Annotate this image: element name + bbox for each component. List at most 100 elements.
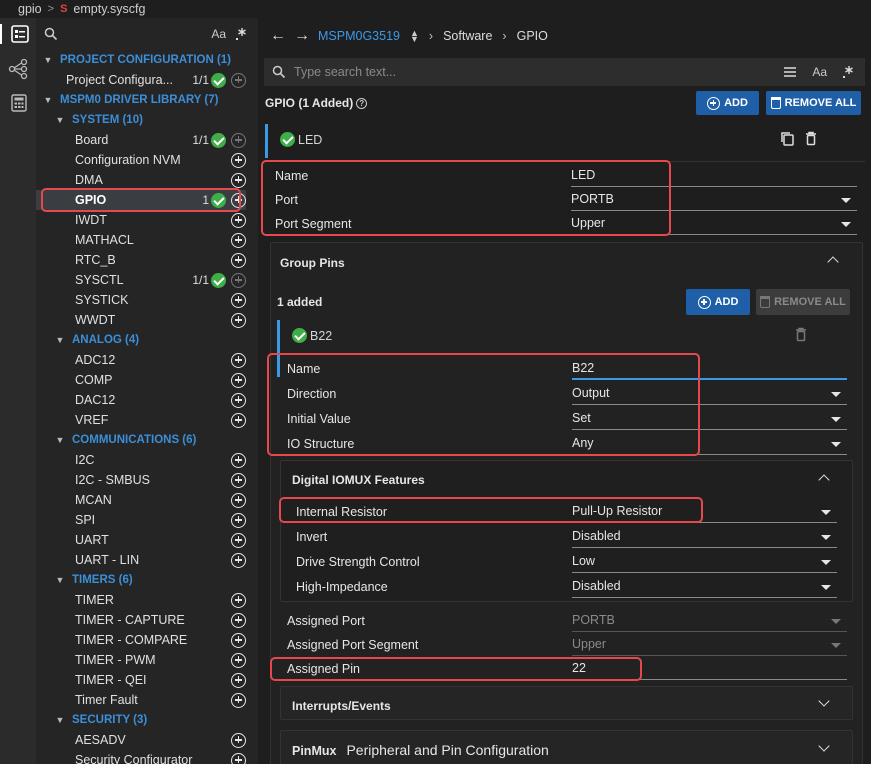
help-icon[interactable]: ?: [356, 98, 368, 110]
add-module-icon[interactable]: [231, 652, 246, 668]
tree-group[interactable]: ▼ COMMUNICATIONS (6): [36, 430, 246, 450]
tree-item[interactable]: TIMER - COMPARE: [36, 630, 246, 650]
dropdown-caret-icon[interactable]: [831, 442, 841, 447]
tree-item[interactable]: Security Configurator: [36, 750, 246, 764]
add-module-icon[interactable]: [231, 592, 246, 608]
tree-item[interactable]: TIMER - PWM: [36, 650, 246, 670]
add-module-icon[interactable]: [231, 152, 246, 168]
breadcrumb-gpio[interactable]: GPIO: [517, 29, 548, 43]
tree-group[interactable]: ▼ ANALOG (4): [36, 330, 246, 350]
dropdown-caret-icon[interactable]: [831, 417, 841, 422]
add-module-icon[interactable]: [231, 552, 246, 568]
tree-item[interactable]: Board 1/1: [36, 130, 246, 150]
field-select[interactable]: Disabled: [572, 579, 837, 598]
search-icon[interactable]: [44, 27, 58, 41]
field-input[interactable]: 22: [572, 661, 847, 680]
chevron-down-icon[interactable]: ▼: [42, 95, 54, 105]
field-input[interactable]: B22: [572, 361, 847, 380]
add-module-icon[interactable]: [231, 352, 246, 368]
add-module-icon[interactable]: [231, 732, 246, 748]
pin-remove-all-button[interactable]: REMOVE ALL: [756, 289, 850, 315]
tree-item[interactable]: GPIO 1: [36, 190, 246, 210]
tree-item[interactable]: I2C - SMBUS: [36, 470, 246, 490]
up-down-icon[interactable]: ▲ ▼: [410, 29, 419, 44]
dropdown-caret-icon[interactable]: [821, 560, 831, 565]
tree-item[interactable]: SYSTICK: [36, 290, 246, 310]
tree-item[interactable]: VREF: [36, 410, 246, 430]
pin-add-button[interactable]: ADD: [686, 289, 750, 315]
field-select[interactable]: Output: [572, 386, 847, 405]
tree-item[interactable]: I2C: [36, 450, 246, 470]
tree-item[interactable]: MATHACL: [36, 230, 246, 250]
filter-list-icon[interactable]: [782, 65, 798, 79]
breadcrumb-file[interactable]: empty.syscfg: [73, 2, 145, 16]
add-module-icon[interactable]: [231, 192, 246, 208]
tree-item[interactable]: SYSCTL 1/1: [36, 270, 246, 290]
add-module-icon[interactable]: [231, 692, 246, 708]
field-select[interactable]: Low: [572, 554, 837, 573]
add-module-icon[interactable]: [231, 452, 246, 468]
match-case-icon[interactable]: Aa: [812, 65, 827, 79]
tree-item[interactable]: Configuration NVM: [36, 150, 246, 170]
tree-item[interactable]: DAC12: [36, 390, 246, 410]
tree-item[interactable]: AESADV: [36, 730, 246, 750]
add-module-icon[interactable]: [231, 612, 246, 628]
tree-item[interactable]: UART - LIN: [36, 550, 246, 570]
add-module-icon[interactable]: [231, 252, 246, 268]
wildcard-icon[interactable]: [841, 65, 857, 79]
tree-item[interactable]: DMA: [36, 170, 246, 190]
gpio-remove-all-button[interactable]: REMOVE ALL: [766, 91, 861, 115]
tree-item[interactable]: MCAN: [36, 490, 246, 510]
wildcard-icon[interactable]: [234, 27, 250, 41]
activity-calculator-view[interactable]: [8, 92, 28, 112]
device-selector[interactable]: MSPM0G3519: [318, 29, 400, 43]
breadcrumb-folder[interactable]: gpio: [18, 2, 42, 16]
gpio-add-button[interactable]: ADD: [696, 91, 759, 115]
tree-item[interactable]: TIMER: [36, 590, 246, 610]
tree-item[interactable]: ADC12: [36, 350, 246, 370]
field-select[interactable]: Disabled: [572, 529, 837, 548]
chevron-down-icon[interactable]: ▼: [54, 335, 66, 345]
add-module-icon[interactable]: [231, 412, 246, 428]
dropdown-caret-icon[interactable]: [821, 585, 831, 590]
field-select[interactable]: Pull-Up Resistor: [572, 504, 837, 523]
field-select[interactable]: Any: [572, 436, 847, 455]
field-select[interactable]: Set: [572, 411, 847, 430]
activity-software-view[interactable]: [0, 24, 36, 44]
delete-icon[interactable]: [805, 131, 817, 146]
add-module-icon[interactable]: [231, 632, 246, 648]
back-arrow-icon[interactable]: ←: [270, 27, 286, 45]
breadcrumb-software[interactable]: Software: [443, 29, 492, 43]
add-module-icon[interactable]: [231, 532, 246, 548]
field-select[interactable]: PORTB: [571, 192, 857, 211]
tree-item[interactable]: TIMER - CAPTURE: [36, 610, 246, 630]
chevron-down-icon[interactable]: ▼: [54, 115, 66, 125]
add-module-icon[interactable]: [231, 72, 246, 88]
search-input[interactable]: [294, 65, 775, 79]
add-module-icon[interactable]: [231, 272, 246, 288]
tree-item[interactable]: IWDT: [36, 210, 246, 230]
match-case-icon[interactable]: Aa: [211, 27, 226, 41]
chevron-down-icon[interactable]: ▼: [42, 55, 54, 65]
field-select[interactable]: Upper: [571, 216, 857, 235]
chevron-down-icon[interactable]: ▼: [54, 435, 66, 445]
add-module-icon[interactable]: [231, 472, 246, 488]
add-module-icon[interactable]: [231, 212, 246, 228]
tree-item[interactable]: COMP: [36, 370, 246, 390]
tree-group[interactable]: ▼ PROJECT CONFIGURATION (1): [36, 50, 246, 70]
activity-hardware-view[interactable]: [8, 58, 28, 80]
tree-group[interactable]: ▼ SECURITY (3): [36, 710, 246, 730]
add-module-icon[interactable]: [231, 372, 246, 388]
tree-group[interactable]: ▼ MSPM0 DRIVER LIBRARY (7): [36, 90, 246, 110]
add-module-icon[interactable]: [231, 512, 246, 528]
dropdown-caret-icon[interactable]: [831, 643, 841, 648]
delete-icon[interactable]: [795, 327, 807, 342]
dropdown-caret-icon[interactable]: [841, 198, 851, 203]
dropdown-caret-icon[interactable]: [831, 619, 841, 624]
tree-item[interactable]: Timer Fault: [36, 690, 246, 710]
tree-item[interactable]: TIMER - QEI: [36, 670, 246, 690]
tree-item[interactable]: UART: [36, 530, 246, 550]
tree-item[interactable]: SPI: [36, 510, 246, 530]
add-module-icon[interactable]: [231, 392, 246, 408]
add-module-icon[interactable]: [231, 172, 246, 188]
